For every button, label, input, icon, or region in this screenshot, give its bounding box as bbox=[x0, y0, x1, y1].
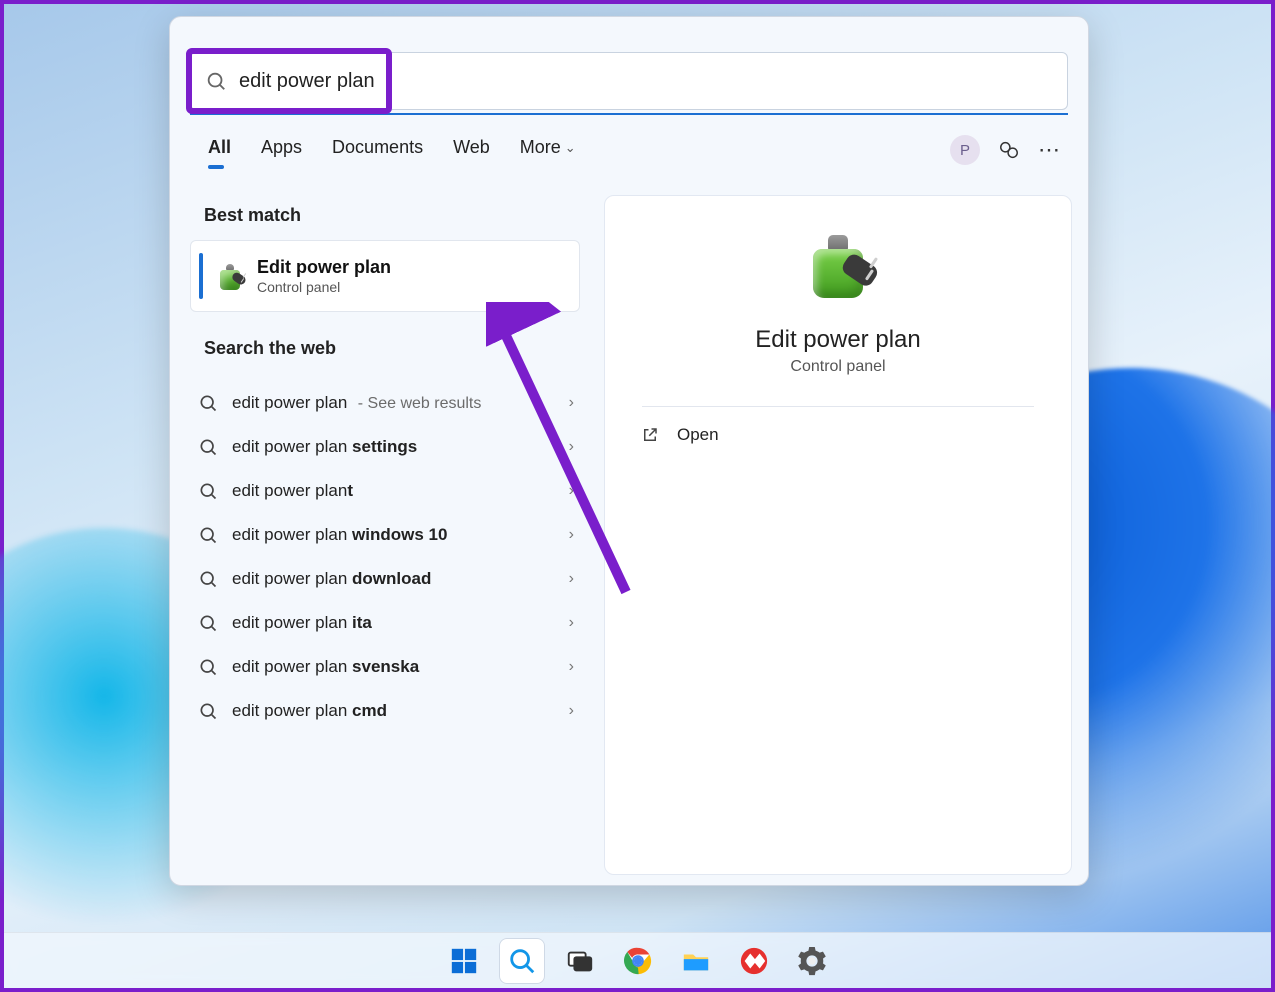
web-result-0[interactable]: edit power plan - See web results › bbox=[190, 381, 582, 425]
tab-apps[interactable]: Apps bbox=[261, 137, 302, 166]
taskbar-file-explorer[interactable] bbox=[673, 938, 719, 984]
more-options-icon[interactable]: ⋯ bbox=[1038, 137, 1062, 163]
chrome-icon bbox=[623, 946, 653, 976]
preview-pane: Edit power plan Control panel Open bbox=[604, 195, 1072, 875]
search-icon bbox=[205, 70, 227, 92]
tab-documents[interactable]: Documents bbox=[332, 137, 423, 166]
web-result-5[interactable]: edit power plan ita › bbox=[190, 601, 582, 645]
web-result-text: edit power plan windows 10 bbox=[232, 525, 447, 545]
web-result-text: edit power plant bbox=[232, 481, 353, 501]
search-panel: All Apps Documents Web More ⌄ P ⋯ Best m… bbox=[169, 16, 1089, 886]
power-plan-icon bbox=[213, 259, 247, 293]
results-left-column: Best match Edit power plan Control panel… bbox=[190, 197, 582, 733]
taskbar bbox=[4, 932, 1271, 988]
search-icon bbox=[198, 437, 218, 457]
taskbar-chrome[interactable] bbox=[615, 938, 661, 984]
windows-start-icon bbox=[449, 946, 479, 976]
chevron-right-icon: › bbox=[569, 526, 574, 544]
tab-more-label: More bbox=[520, 137, 561, 158]
search-icon bbox=[198, 701, 218, 721]
preview-subtitle: Control panel bbox=[790, 358, 885, 376]
selection-indicator bbox=[199, 253, 203, 299]
section-search-web: Search the web bbox=[204, 338, 568, 359]
taskbar-start[interactable] bbox=[441, 938, 487, 984]
preview-title: Edit power plan bbox=[755, 326, 920, 354]
search-tabs: All Apps Documents Web More ⌄ bbox=[208, 137, 576, 166]
folder-icon bbox=[681, 946, 711, 976]
web-result-text: edit power plan - See web results bbox=[232, 393, 481, 413]
user-avatar[interactable]: P bbox=[950, 135, 980, 165]
task-view-icon bbox=[565, 946, 595, 976]
chevron-down-icon: ⌄ bbox=[565, 140, 576, 156]
best-match-subtitle: Control panel bbox=[257, 279, 391, 295]
tab-more[interactable]: More ⌄ bbox=[520, 137, 576, 166]
panel-header-actions: P ⋯ bbox=[950, 135, 1062, 165]
chevron-right-icon: › bbox=[569, 614, 574, 632]
rewards-icon[interactable] bbox=[998, 139, 1020, 161]
web-result-1[interactable]: edit power plan settings › bbox=[190, 425, 582, 469]
search-icon bbox=[198, 525, 218, 545]
web-result-4[interactable]: edit power plan download › bbox=[190, 557, 582, 601]
chevron-right-icon: › bbox=[569, 438, 574, 456]
web-result-text: edit power plan settings bbox=[232, 437, 417, 457]
section-best-match: Best match bbox=[204, 205, 568, 226]
chevron-right-icon: › bbox=[569, 482, 574, 500]
search-icon bbox=[507, 946, 537, 976]
open-external-icon bbox=[641, 426, 659, 444]
web-result-2[interactable]: edit power plant › bbox=[190, 469, 582, 513]
web-result-text: edit power plan svenska bbox=[232, 657, 419, 677]
searchbar-underline bbox=[190, 113, 1068, 115]
search-icon bbox=[198, 657, 218, 677]
web-result-text: edit power plan download bbox=[232, 569, 431, 589]
preview-open-action[interactable]: Open bbox=[641, 425, 719, 445]
web-result-text: edit power plan ita bbox=[232, 613, 372, 633]
best-match-title: Edit power plan bbox=[257, 257, 391, 278]
chevron-right-icon: › bbox=[569, 394, 574, 412]
tab-all[interactable]: All bbox=[208, 137, 231, 166]
preview-open-label: Open bbox=[677, 425, 719, 445]
taskbar-app-anydesk[interactable] bbox=[731, 938, 777, 984]
anydesk-icon bbox=[739, 946, 769, 976]
tab-web[interactable]: Web bbox=[453, 137, 490, 166]
web-result-7[interactable]: edit power plan cmd › bbox=[190, 689, 582, 733]
chevron-right-icon: › bbox=[569, 702, 574, 720]
search-icon bbox=[198, 569, 218, 589]
search-bar[interactable] bbox=[190, 52, 1068, 110]
chevron-right-icon: › bbox=[569, 570, 574, 588]
search-icon bbox=[198, 393, 218, 413]
best-match-result[interactable]: Edit power plan Control panel bbox=[190, 240, 580, 312]
search-icon bbox=[198, 613, 218, 633]
chevron-right-icon: › bbox=[569, 658, 574, 676]
preview-divider bbox=[642, 406, 1033, 407]
web-result-6[interactable]: edit power plan svenska › bbox=[190, 645, 582, 689]
taskbar-task-view[interactable] bbox=[557, 938, 603, 984]
search-icon bbox=[198, 481, 218, 501]
gear-icon bbox=[797, 946, 827, 976]
web-results-list: edit power plan - See web results › edit… bbox=[190, 381, 582, 733]
search-input[interactable] bbox=[191, 70, 1067, 93]
web-result-3[interactable]: edit power plan windows 10 › bbox=[190, 513, 582, 557]
web-result-text: edit power plan cmd bbox=[232, 701, 387, 721]
taskbar-settings[interactable] bbox=[789, 938, 835, 984]
preview-power-plan-icon bbox=[796, 222, 880, 306]
taskbar-search[interactable] bbox=[499, 938, 545, 984]
